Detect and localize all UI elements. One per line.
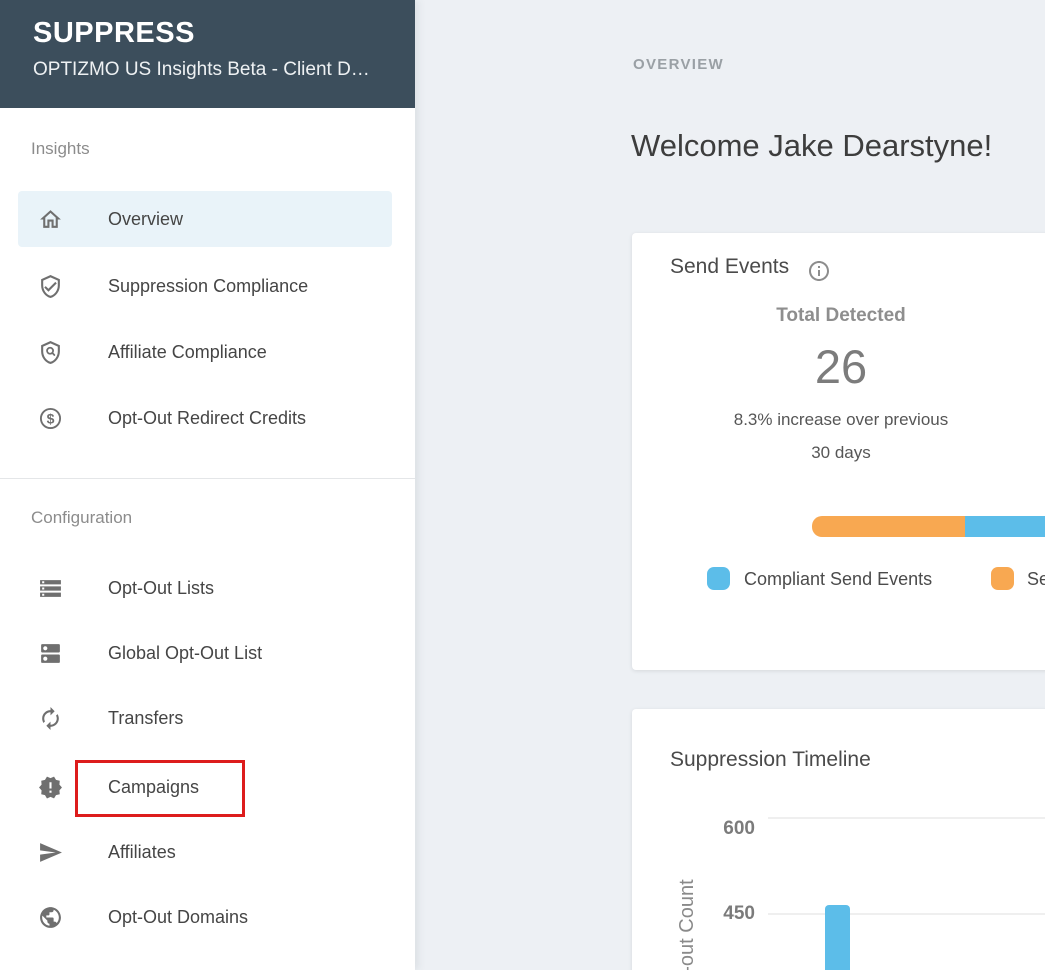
sidebar-item-overview[interactable]: Overview [18, 191, 392, 247]
sidebar-item-suppression-compliance[interactable]: Suppression Compliance [18, 258, 392, 314]
sidebar-item-label: Affiliates [108, 841, 176, 862]
sync-icon [38, 706, 63, 731]
sidebar: SUPPRESS OPTIZMO US Insights Beta - Clie… [0, 0, 415, 970]
gridline-450 [768, 913, 1045, 915]
stacked-bar-chart [632, 516, 1045, 537]
sidebar-item-label: Campaigns [108, 776, 200, 797]
campaign-badge-icon [38, 775, 63, 800]
gridline-600 [768, 817, 1045, 819]
sidebar-item-label: Opt-Out Lists [108, 577, 215, 598]
sidebar-item-label: Global Opt-Out List [108, 642, 263, 663]
app-subtitle: OPTIZMO US Insights Beta - Client D… [33, 59, 370, 80]
sidebar-item-label: Suppression Compliance [108, 275, 309, 296]
section-label-insights: Insights [31, 139, 90, 158]
shield-search-icon [38, 340, 63, 365]
sidebar-item-opt-out-redirect-credits[interactable]: $ Opt-Out Redirect Credits [18, 390, 392, 446]
sidebar-item-campaigns[interactable]: Campaigns [18, 759, 392, 815]
dns-icon [38, 641, 63, 666]
sidebar-item-transfers[interactable]: Transfers [18, 690, 392, 746]
timeline-bar [825, 905, 850, 970]
app-screen: SUPPRESS OPTIZMO US Insights Beta - Clie… [0, 0, 1045, 970]
stat-label: Total Detected [776, 305, 906, 326]
sidebar-item-affiliates[interactable]: Affiliates [18, 824, 392, 880]
page-title: Welcome Jake Dearstyne! [631, 128, 993, 163]
sidebar-item-affiliate-compliance[interactable]: Affiliate Compliance [18, 324, 392, 380]
legend-label-compliant-send-events: Compliant Send Events [744, 569, 933, 589]
legend-label-truncated: Se [1027, 569, 1045, 589]
sidebar-item-global-opt-out-list[interactable]: Global Opt-Out List [18, 625, 392, 681]
send-events-stat: Total Detected 26 8.3% increase over pre… [632, 305, 1045, 469]
send-events-card: Send Events Total Detected 26 8.3% incre… [632, 233, 1045, 670]
stat-delta-line1: 8.3% increase over previous [733, 409, 949, 429]
page-eyebrow: OVERVIEW [633, 56, 724, 73]
y-tick-600: 600 [723, 818, 755, 839]
legend-swatch-blue [707, 567, 730, 590]
sidebar-item-label: Overview [108, 208, 184, 229]
legend-swatch-orange [991, 567, 1014, 590]
suppression-timeline-card: Suppression Timeline 600 450 Opt-out Cou… [632, 709, 1045, 970]
sidebar-item-opt-out-domains[interactable]: Opt-Out Domains [18, 889, 392, 945]
stat-delta-line2: 30 days [811, 442, 871, 462]
info-icon[interactable] [807, 259, 831, 283]
sidebar-header: SUPPRESS OPTIZMO US Insights Beta - Clie… [0, 0, 415, 108]
home-icon [38, 207, 63, 232]
sidebar-item-opt-out-lists[interactable]: Opt-Out Lists [18, 560, 392, 616]
shield-check-icon [38, 274, 63, 299]
sidebar-item-label: Affiliate Compliance [108, 341, 267, 362]
sidebar-divider [0, 478, 415, 479]
card-title-send-events: Send Events [670, 255, 790, 278]
sidebar-item-label: Opt-Out Domains [108, 906, 249, 927]
globe-icon [38, 905, 63, 930]
bar-segment-blue [965, 516, 1045, 537]
y-axis-label: Opt-out Count [676, 879, 698, 970]
dollar-circle-icon: $ [38, 406, 63, 431]
svg-text:$: $ [47, 410, 55, 426]
section-label-configuration: Configuration [31, 508, 133, 527]
send-icon [38, 840, 63, 865]
bar-segment-orange [812, 516, 965, 537]
sidebar-item-label: Opt-Out Redirect Credits [108, 407, 307, 428]
stat-delta: 8.3% increase over previous 30 days [632, 403, 1045, 469]
card-title-suppression-timeline: Suppression Timeline [670, 748, 871, 771]
storage-icon [38, 576, 63, 601]
app-name: SUPPRESS [33, 17, 195, 49]
sidebar-item-label: Transfers [108, 707, 184, 728]
stat-value: 26 [814, 340, 868, 393]
